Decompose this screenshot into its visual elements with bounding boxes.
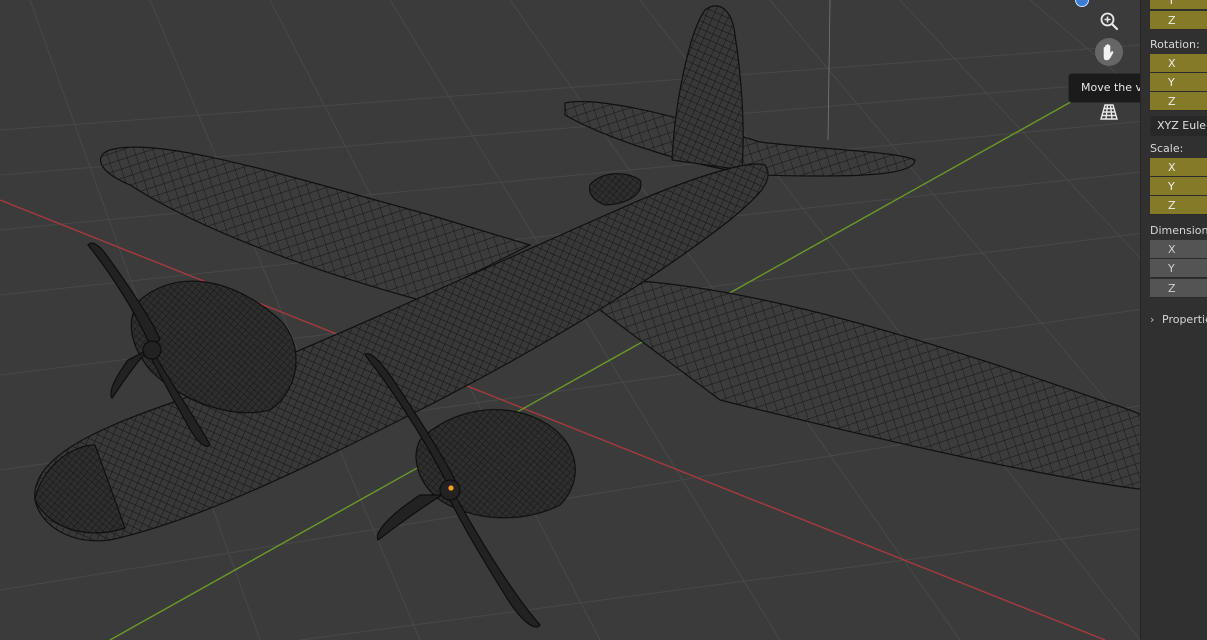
field-axis-label: Z: [1168, 199, 1176, 212]
vertical-fin: [671, 5, 744, 171]
move-view-button[interactable]: [1095, 38, 1123, 66]
field-axis-label: Y: [1168, 76, 1175, 89]
rotation-mode-dropdown[interactable]: XYZ Euler: [1150, 116, 1207, 136]
dimensions-x-field[interactable]: X: [1150, 240, 1207, 259]
field-axis-label: Y: [1168, 262, 1175, 275]
object-origin-dot: [448, 485, 454, 491]
rotation-x-field[interactable]: X: [1150, 54, 1207, 73]
perspective-grid-icon: [1099, 102, 1119, 122]
dorsal-turret: [588, 173, 642, 206]
location-y-field[interactable]: Y: [1150, 0, 1207, 10]
rotation-z-field[interactable]: Z: [1150, 92, 1207, 111]
field-axis-label: X: [1168, 57, 1176, 70]
field-axis-label: X: [1168, 161, 1176, 174]
scale-z-field[interactable]: Z: [1150, 196, 1207, 215]
field-axis-label: Z: [1168, 14, 1176, 27]
rotation-label: Rotation:: [1150, 38, 1200, 51]
field-axis-label: Z: [1168, 95, 1176, 108]
3d-viewport[interactable]: Move the view: [0, 0, 1207, 640]
airplane-wireframe[interactable]: [34, 5, 1206, 628]
field-axis-label: X: [1168, 243, 1176, 256]
properties-label: Properties: [1162, 313, 1207, 326]
chevron-right-icon: ›: [1150, 313, 1155, 326]
scale-x-field[interactable]: X: [1150, 158, 1207, 177]
sidebar-transform-panel: Y Z ( Rotation: X Y Z XYZ Euler Scale: X…: [1140, 0, 1207, 640]
scale-y-field[interactable]: Y: [1150, 177, 1207, 196]
location-z-field[interactable]: Z (: [1150, 11, 1207, 30]
zoom-plus-icon: [1099, 11, 1119, 31]
field-axis-label: Y: [1168, 180, 1175, 193]
dimensions-label: Dimensions:: [1150, 224, 1207, 237]
viewport-scene[interactable]: [0, 0, 1207, 640]
properties-subpanel-header[interactable]: › Properties: [1150, 313, 1207, 326]
field-axis-label: Y: [1168, 0, 1175, 7]
hand-icon: [1099, 42, 1119, 62]
scale-label: Scale:: [1150, 142, 1184, 155]
zoom-button[interactable]: [1095, 7, 1123, 35]
dimensions-y-field[interactable]: Y: [1150, 259, 1207, 278]
field-axis-label: Z: [1168, 282, 1176, 295]
dimensions-z-field[interactable]: Z: [1150, 279, 1207, 298]
rotation-y-field[interactable]: Y: [1150, 73, 1207, 92]
